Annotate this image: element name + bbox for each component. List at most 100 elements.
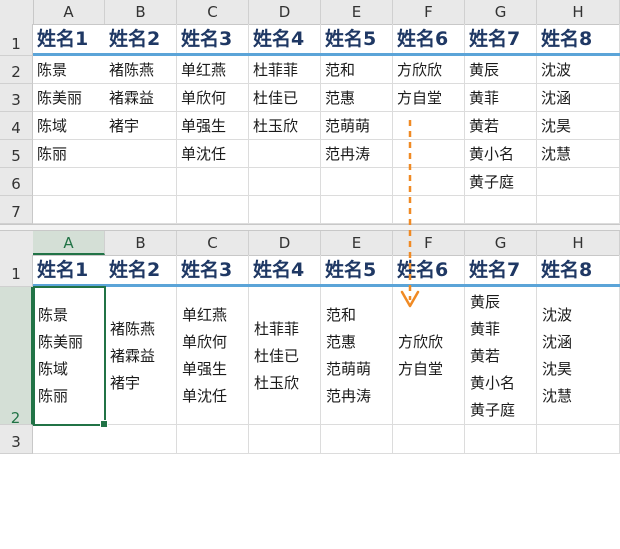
header-cell-2[interactable]: 姓名2	[105, 255, 177, 285]
name-cell[interactable]: 沈涵	[537, 84, 620, 112]
row-header-6[interactable]: 6	[0, 168, 33, 196]
column-header-g[interactable]: G	[465, 231, 537, 255]
column-header-a[interactable]: A	[33, 231, 105, 255]
row-header-2[interactable]: 2	[0, 56, 33, 84]
name-cell[interactable]: 单沈任	[177, 140, 249, 168]
name-line: 单强生	[182, 360, 228, 378]
multiline-name-cell[interactable]: 杜菲菲 杜佳已 杜玉欣	[249, 287, 321, 425]
name-cell[interactable]: 方欣欣	[393, 56, 465, 84]
column-header-e[interactable]: E	[321, 0, 393, 24]
header-cell-6[interactable]: 姓名6	[393, 24, 465, 54]
name-cell[interactable]: 单红燕	[177, 56, 249, 84]
name-line: 沈慧	[542, 387, 573, 405]
name-line: 范冉涛	[326, 387, 372, 405]
name-line: 沈涵	[542, 333, 573, 351]
name-line: 褚陈燕	[110, 319, 156, 338]
row-header-7[interactable]: 7	[0, 196, 33, 224]
name-cell[interactable]: 沈慧	[537, 140, 620, 168]
multiline-name-cell[interactable]: 单红燕 单欣何 单强生 单沈任	[177, 287, 249, 425]
column-header-b[interactable]: B	[105, 0, 177, 24]
header-cell-2[interactable]: 姓名2	[105, 24, 177, 54]
name-line: 范惠	[326, 333, 357, 351]
row-header-3[interactable]: 3	[0, 425, 33, 454]
name-cell[interactable]: 褚霖益	[105, 84, 177, 112]
name-cell[interactable]: 陈域	[33, 112, 105, 140]
sheet-after: ABCDEFGH 123 姓名1 姓名2 姓名3 姓名4 姓名5 姓名6 姓名7 姓名8 陈景陈…	[0, 231, 620, 454]
header-cell-5[interactable]: 姓名5	[321, 255, 393, 285]
row-header-3[interactable]: 3	[0, 84, 33, 112]
column-header-h[interactable]: H	[537, 231, 620, 255]
name-line: 范和	[326, 306, 357, 324]
multiline-name-cell[interactable]: 黄辰 黄菲 黄若 黄小名 黄子庭	[465, 287, 537, 425]
row-header-4[interactable]: 4	[0, 112, 33, 140]
name-cell[interactable]: 方自堂	[393, 84, 465, 112]
row-header-1[interactable]: 1	[0, 24, 33, 56]
header-cell-7[interactable]: 姓名7	[465, 24, 537, 54]
window-split-divider[interactable]	[0, 224, 620, 231]
name-cell[interactable]: 黄小名	[465, 140, 537, 168]
name-line: 黄子庭	[470, 400, 516, 419]
header-cell-7[interactable]: 姓名7	[465, 255, 537, 285]
name-cell[interactable]: 杜玉欣	[249, 112, 321, 140]
column-header-e[interactable]: E	[321, 231, 393, 255]
name-line: 沈波	[542, 306, 573, 324]
column-header-d[interactable]: D	[249, 0, 321, 24]
column-header-b[interactable]: B	[105, 231, 177, 255]
header-cell-3[interactable]: 姓名3	[177, 255, 249, 285]
header-cell-4[interactable]: 姓名4	[249, 24, 321, 54]
multiline-name-cell[interactable]: 范和 范惠 范萌萌 范冉涛	[321, 287, 393, 425]
name-cell[interactable]: 范冉涛	[321, 140, 393, 168]
name-cell[interactable]: 褚宇	[105, 112, 177, 140]
fill-handle[interactable]	[100, 420, 108, 428]
header-cell-1[interactable]: 姓名1	[33, 255, 105, 285]
sheet-before: ABCDEFGH 1234567 姓名1 姓名2 姓名3 姓名4 姓名5 姓名6 姓名7 姓名…	[0, 0, 620, 224]
name-line: 单沈任	[182, 387, 228, 405]
column-header-d[interactable]: D	[249, 231, 321, 255]
row-header-5[interactable]: 5	[0, 140, 33, 168]
name-line: 方自堂	[398, 360, 444, 378]
select-all-corner[interactable]	[0, 0, 34, 24]
multiline-name-cell[interactable]: 褚陈燕 褚霖益 褚宇	[105, 287, 177, 425]
name-cell[interactable]: 褚陈燕	[105, 56, 177, 84]
name-cell[interactable]: 沈波	[537, 56, 620, 84]
select-all-corner[interactable]	[0, 231, 34, 255]
column-header-f[interactable]: F	[393, 0, 465, 24]
header-cell-3[interactable]: 姓名3	[177, 24, 249, 54]
name-cell[interactable]: 杜菲菲	[249, 56, 321, 84]
name-line: 杜佳已	[254, 346, 300, 365]
name-cell[interactable]: 陈景	[33, 56, 105, 84]
name-line: 褚宇	[110, 373, 141, 392]
column-header-g[interactable]: G	[465, 0, 537, 24]
name-line: 黄小名	[470, 373, 516, 392]
name-cell[interactable]: 黄菲	[465, 84, 537, 112]
header-cell-8[interactable]: 姓名8	[537, 255, 620, 285]
name-cell[interactable]: 黄辰	[465, 56, 537, 84]
active-cell-a2[interactable]	[33, 286, 108, 428]
header-cell-8[interactable]: 姓名8	[537, 24, 620, 54]
name-cell[interactable]: 陈丽	[33, 140, 105, 168]
name-cell[interactable]: 陈美丽	[33, 84, 105, 112]
name-cell[interactable]: 范惠	[321, 84, 393, 112]
name-cell[interactable]: 单欣何	[177, 84, 249, 112]
name-cell[interactable]: 单强生	[177, 112, 249, 140]
header-cell-4[interactable]: 姓名4	[249, 255, 321, 285]
column-header-c[interactable]: C	[177, 0, 249, 24]
name-cell[interactable]: 黄子庭	[465, 168, 537, 196]
column-header-c[interactable]: C	[177, 231, 249, 255]
row-header-1[interactable]: 1	[0, 255, 33, 287]
name-line: 黄若	[470, 346, 501, 365]
name-cell[interactable]: 黄若	[465, 112, 537, 140]
column-header-a[interactable]: A	[33, 0, 105, 24]
header-cell-5[interactable]: 姓名5	[321, 24, 393, 54]
name-line: 沈昊	[542, 360, 573, 378]
name-cell[interactable]: 杜佳已	[249, 84, 321, 112]
header-cell-1[interactable]: 姓名1	[33, 24, 105, 54]
name-line: 黄辰	[470, 292, 501, 311]
multiline-name-cell[interactable]: 沈波 沈涵 沈昊 沈慧	[537, 287, 620, 425]
row-header-2[interactable]: 2	[0, 287, 33, 427]
name-cell[interactable]: 范和	[321, 56, 393, 84]
dashed-down-arrow-icon	[400, 120, 420, 308]
name-cell[interactable]: 沈昊	[537, 112, 620, 140]
name-cell[interactable]: 范萌萌	[321, 112, 393, 140]
column-header-h[interactable]: H	[537, 0, 620, 24]
